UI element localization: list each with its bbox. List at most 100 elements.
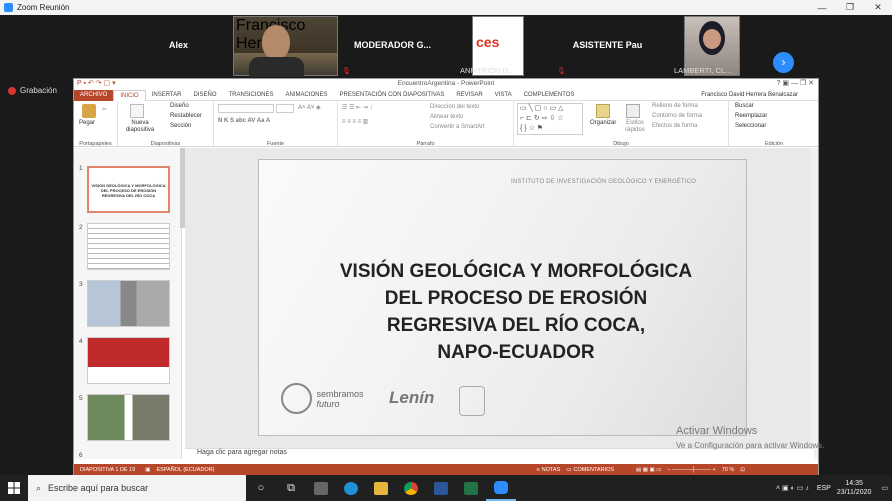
tab-animaciones[interactable]: ANIMACIONES [280,90,334,101]
align-text-button[interactable]: Alinear texto [430,114,463,120]
close-icon[interactable]: ✕ [864,0,892,15]
ribbon: Pegar ✂ Portapapeles Nueva diapositiva D… [74,101,818,147]
find-button[interactable]: Buscar [735,103,754,109]
window-controls[interactable]: ? ▣ — ❐ ✕ [777,79,814,87]
cut-icon[interactable]: ✂ [102,106,107,113]
user-name[interactable]: Francisco David Herrera Benalcazar [701,92,798,98]
tab-presentacion[interactable]: PRESENTACIÓN CON DIAPOSITIVAS [334,90,451,101]
windows-logo-icon [8,482,20,494]
excel-icon[interactable] [456,475,486,501]
participant-video[interactable]: Francisco Herrera [233,16,338,77]
chrome-icon[interactable] [396,475,426,501]
participant-name: ASISTENTE Pau [572,40,643,50]
shape-effects-button[interactable]: Efectos de forma [652,123,697,129]
tab-vista[interactable]: VISTA [489,90,518,101]
smartart-button[interactable]: Convertir a SmartArt [430,124,485,130]
next-participants-button[interactable]: › [773,52,794,73]
select-button[interactable]: Seleccionar [735,123,766,129]
font-name-select[interactable] [218,104,274,113]
shapes-gallery[interactable]: ▭ ╲ ▢ ○ ▭ △ ⌐ ⊏ ↻ ⇨ ⇩ ☆{ } ☆ ⚑ [517,103,583,135]
word-icon[interactable] [426,475,456,501]
clock[interactable]: 14:35 23/11/2020 [837,479,872,497]
shape-fill-button[interactable]: Relleno de forma [652,103,698,109]
tab-insertar[interactable]: INSERTAR [146,90,188,101]
title-line: DEL PROCESO DE EROSIÓN [384,288,648,309]
system-tray: ˄ ▣ ◐ ▭ ♪ ESP 14:35 23/11/2020 ▭ [776,475,892,501]
notes-icon: ≡ [536,466,540,473]
participant-tile[interactable]: ASISTENTE Pau 🎙 [555,16,660,76]
language-indicator[interactable]: ESP [817,485,831,492]
cortana-icon[interactable]: ○ [246,475,276,501]
slide-thumbnails-pane: 1 VISIÓN GEOLÓGICA Y MORFOLÓGICA DEL PROC… [74,148,182,459]
ppt-window-title: EncuentroArgentina - PowerPoint [397,80,495,87]
text-direction-button[interactable]: Dirección del texto [430,104,479,110]
recording-label: Grabación [20,86,57,95]
comments-toggle[interactable]: COMENTARIOS [573,467,614,473]
tab-diseno[interactable]: DISEÑO [187,90,222,101]
slide-number: 3 [79,281,83,288]
language-status[interactable]: ESPAÑOL (ECUADOR) [156,467,214,473]
fit-slide-icon[interactable]: ⊡ [740,467,745,473]
font-size-select[interactable] [276,104,294,113]
participant-tile[interactable]: Alex [126,16,231,76]
slide-scrollbar[interactable] [810,148,818,459]
zoom-logo-icon [4,3,13,12]
quick-styles-button[interactable]: Estilos rápidos [622,120,648,134]
tray-icons[interactable]: ˄ ▣ ◐ ▭ ♪ [776,484,809,492]
replace-button[interactable]: Reemplazar [735,113,767,119]
zoom-app-icon[interactable] [486,475,516,501]
section-button[interactable]: Sección [170,123,191,129]
notifications-icon[interactable]: ▭ [881,484,888,492]
shape-outline-button[interactable]: Contorno de forma [652,113,702,119]
paste-button[interactable]: Pegar [79,120,95,126]
notes-toggle[interactable]: NOTAS [542,467,561,473]
signature-logo: Lenín [389,388,435,407]
comments-icon: ▭ [566,466,572,473]
list-icons[interactable]: ☰ ☰ ⇤ ⇥ ↕ [342,104,372,111]
font-grow-icon[interactable]: A˄ A˅ ◈ [298,104,321,111]
spellcheck-icon[interactable]: ▣ [145,467,150,473]
logo-text: sembramos [316,388,364,399]
tab-archivo[interactable]: ARCHIVO [74,89,114,101]
participants-strip: Alex Francisco Herrera MODERADOR G... 🎙 … [0,15,892,78]
tab-complementos[interactable]: COMPLEMENTOS [518,90,581,101]
minimize-icon[interactable]: — [808,0,836,15]
file-explorer-icon[interactable] [366,475,396,501]
task-view-icon[interactable]: ⧉ [276,475,306,501]
tab-inicio[interactable]: INICIO [113,89,146,101]
camera-app-icon[interactable] [306,475,336,501]
new-slide-button[interactable]: Nueva diapositiva [124,120,156,134]
slide-thumbnail[interactable]: VISIÓN GEOLÓGICA Y MORFOLÓGICA DEL PROCES… [87,166,170,213]
recording-indicator[interactable]: Grabación [8,86,57,95]
slide-thumbnail[interactable] [87,223,170,270]
tab-transiciones[interactable]: TRANSICIONES [223,90,280,101]
paste-icon [82,104,96,118]
activate-windows-subtitle: Ve a Configuración para activar Windows. [676,441,825,450]
layout-button[interactable]: Diseño [170,103,189,109]
slide-thumbnail[interactable] [87,280,170,327]
slide-title[interactable]: VISIÓN GEOLÓGICA Y MORFOLÓGICA DEL PROCE… [289,258,743,366]
title-line: REGRESIVA DEL RÍO COCA, [386,315,646,336]
taskbar-search[interactable]: ⌕ Escribe aquí para buscar [28,475,246,501]
view-buttons[interactable]: ▤ ▦ ▣ ▭ [636,467,661,473]
tab-revisar[interactable]: REVISAR [450,90,488,101]
zoom-window-title: Zoom Reunión [17,3,70,12]
current-slide[interactable]: INSTITUTO DE INVESTIGACIÓN GEOLÓGICO Y E… [258,159,747,436]
align-icons[interactable]: ≡ ≡ ≡ ≡ ▥ [342,118,368,125]
zoom-slider[interactable]: – ─────┼──── + [667,467,715,473]
reset-button[interactable]: Restablecer [170,113,202,119]
maximize-icon[interactable]: ❐ [836,0,864,15]
zoom-level[interactable]: 70 % [722,467,735,473]
slide-number: 2 [79,224,83,231]
font-format-buttons[interactable]: N K S abc AV Aa A [218,118,270,124]
record-icon [8,86,16,95]
tree-logo-icon [281,383,312,414]
edge-icon[interactable] [336,475,366,501]
title-line: NAPO-ECUADOR [437,342,595,363]
arrange-button[interactable]: Organizar [590,120,616,126]
slide-count: DIAPOSITIVA 1 DE 19 [80,466,136,473]
slide-thumbnail[interactable] [87,337,170,384]
slide-thumbnail[interactable] [87,394,170,441]
start-button[interactable] [0,475,28,501]
participant-tile[interactable]: MODERADOR G... 🎙 [340,16,445,76]
